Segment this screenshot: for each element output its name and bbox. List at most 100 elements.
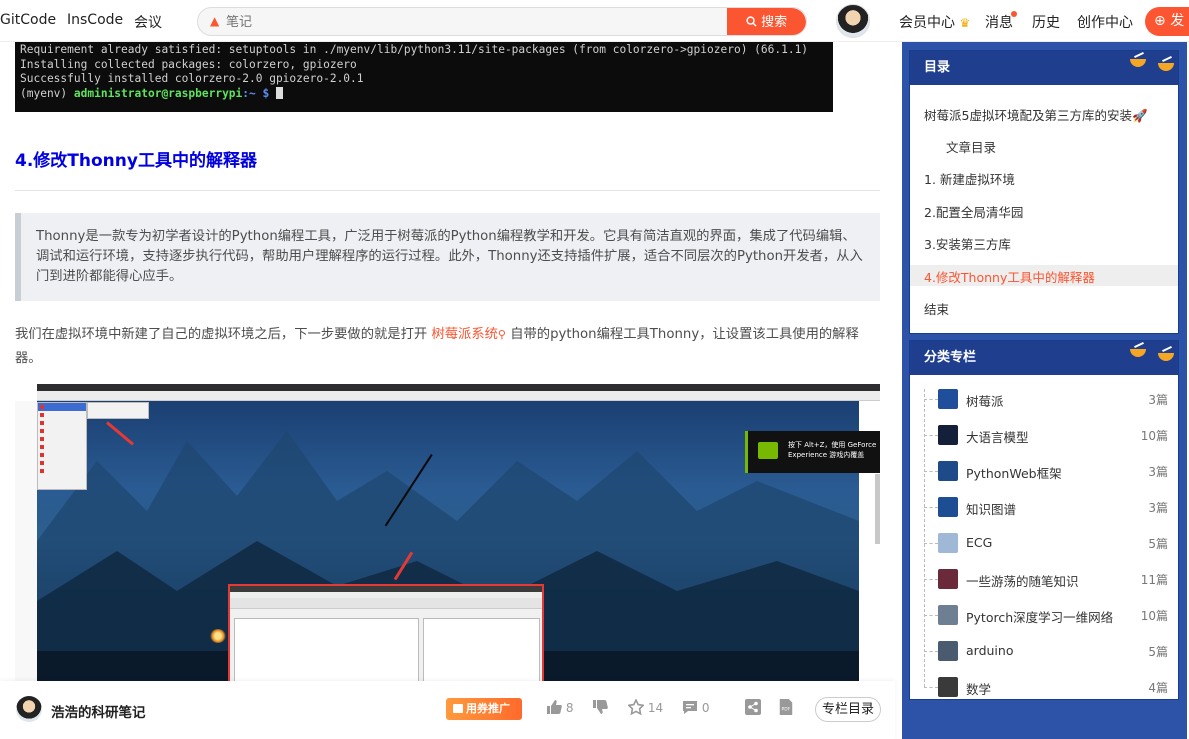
category-count: 4篇 <box>1148 681 1168 695</box>
author-avatar[interactable] <box>16 696 42 722</box>
category-item[interactable]: 树莓派 3篇 <box>924 387 1168 411</box>
publish-button[interactable]: ⊕ 发 <box>1145 7 1189 36</box>
nav-link-vip[interactable]: 会员中心 ♛ <box>899 12 970 32</box>
thumbs-down-icon <box>593 700 608 714</box>
nav-link-messages[interactable]: 消息 <box>985 12 1013 32</box>
favorite-button[interactable]: 14 <box>628 699 663 715</box>
thonny-toolbar <box>230 598 542 609</box>
publish-label: 发 <box>1170 13 1185 29</box>
category-thumbnail <box>938 425 958 445</box>
decor-bowl-icon <box>1158 63 1174 71</box>
thonny-window-graphic <box>228 584 544 694</box>
category-item[interactable]: PythonWeb框架 3篇 <box>924 459 1168 483</box>
menu-row <box>38 451 86 459</box>
category-item[interactable]: arduino 5篇 <box>924 639 1168 663</box>
coupon-promote-button[interactable]: 用券推广 <box>446 698 522 720</box>
terminal-line: Installing collected packages: colorzero… <box>20 57 357 71</box>
prompt-user: administrator@raspberrypi <box>73 86 243 100</box>
nvidia-logo-icon <box>758 442 778 459</box>
keyword-link-label: 树莓派系统 <box>431 327 498 342</box>
category-count: 5篇 <box>1148 645 1168 659</box>
pdf-download-button[interactable]: PDF <box>778 699 794 715</box>
menu-row <box>38 411 86 419</box>
column-toc-button[interactable]: 专栏目录 <box>815 697 881 722</box>
unread-dot <box>1011 11 1017 17</box>
geforce-notification: 按下 Alt+Z，使用 GeForce Experience 游戏内覆盖 <box>745 431 880 473</box>
decor-bowl-icon <box>1158 353 1174 361</box>
category-title: 分类专栏 <box>924 350 977 365</box>
keyword-link[interactable]: 树莓派系统⚲ <box>431 327 506 342</box>
star-icon <box>628 699 644 715</box>
category-thumbnail <box>938 389 958 409</box>
category-header: 分类专栏 <box>910 341 1178 375</box>
nav-link-meeting[interactable]: 会议 <box>134 12 162 32</box>
category-name: arduino <box>966 643 1014 658</box>
prompt-path: :~ $ <box>242 86 276 100</box>
toc-item[interactable]: 树莓派5虚拟环境配及第三方库的安装🚀 <box>924 105 1148 124</box>
screenshot-left-strip <box>15 401 37 694</box>
menu-row <box>38 435 86 443</box>
nav-link-creator-center[interactable]: 创作中心 <box>1077 12 1133 32</box>
article-action-bar: 浩浩的科研笔记 用券推广 8 14 0 PDF 专栏目录 <box>0 681 895 739</box>
category-thumbnail <box>938 497 958 517</box>
magnifier-icon: ⚲ <box>497 328 506 341</box>
terminal-cursor <box>275 86 283 99</box>
terminal-output-image: Requirement already satisfied: setuptool… <box>15 42 833 112</box>
category-count: 11篇 <box>1140 573 1168 587</box>
tree-branch <box>924 615 938 616</box>
category-item[interactable]: Pytorch深度学习一维网络 10篇 <box>924 603 1168 627</box>
right-sidebar: 目录 树莓派5虚拟环境配及第三方库的安装🚀 文章目录 1. 新建虚拟环境 2.配… <box>902 42 1187 739</box>
nav-link-history[interactable]: 历史 <box>1032 12 1060 32</box>
toc-item[interactable]: 2.配置全局清华园 <box>924 202 1023 221</box>
article-screenshot-image[interactable]: 按下 Alt+Z，使用 GeForce Experience 游戏内覆盖 <box>15 384 880 694</box>
crown-icon: ♛ <box>959 16 971 30</box>
share-button[interactable] <box>745 699 761 715</box>
tree-branch <box>924 651 938 652</box>
hot-flame-icon: ▲ <box>210 14 220 28</box>
search-icon <box>746 16 757 27</box>
category-thumbnail <box>938 461 958 481</box>
category-name: ECG <box>966 535 993 550</box>
category-name: 大语言模型 <box>966 430 1029 445</box>
user-avatar[interactable] <box>836 4 870 38</box>
menu-row <box>38 467 86 475</box>
nav-link-inscode[interactable]: InsCode <box>67 12 123 28</box>
toc-item[interactable]: 文章目录 <box>946 137 996 156</box>
section-heading: 4.修改Thonny工具中的解释器 <box>15 151 257 171</box>
like-button[interactable]: 8 <box>546 699 573 715</box>
category-count: 3篇 <box>1148 393 1168 407</box>
category-item[interactable]: 知识图谱 3篇 <box>924 495 1168 519</box>
tree-branch <box>924 687 938 688</box>
category-item[interactable]: ECG 5篇 <box>924 531 1168 555</box>
search-box: ▲ 搜索 <box>197 7 807 36</box>
category-count: 10篇 <box>1140 429 1168 443</box>
decor-bowl-icon <box>1130 349 1146 357</box>
category-item[interactable]: 数学 4篇 <box>924 675 1168 699</box>
nav-link-gitcode[interactable]: GitCode <box>0 12 56 28</box>
app-menu-graphic <box>37 402 87 490</box>
screenshot-toolbar <box>37 391 880 401</box>
category-thumbnail <box>938 641 958 661</box>
toc-item[interactable]: 1. 新建虚拟环境 <box>924 169 1015 188</box>
tree-branch <box>924 399 938 400</box>
terminal-line: Successfully installed colorzero-2.0 gpi… <box>20 72 364 85</box>
category-thumbnail <box>938 533 958 553</box>
toc-item[interactable]: 结束 <box>924 299 949 318</box>
tree-branch <box>924 543 938 544</box>
category-name: 知识图谱 <box>966 502 1017 517</box>
prompt-env: (myenv) <box>20 86 74 100</box>
category-name: 数学 <box>966 682 992 697</box>
category-name: 树莓派 <box>966 394 1004 409</box>
dislike-button[interactable] <box>592 699 608 715</box>
category-item[interactable]: 大语言模型 10篇 <box>924 423 1168 447</box>
category-item[interactable]: 一些游荡的随笔知识 11篇 <box>924 567 1168 591</box>
category-count: 3篇 <box>1148 465 1168 479</box>
toc-item[interactable]: 3.安装第三方库 <box>924 234 1011 253</box>
toc-item-active[interactable]: 4.修改Thonny工具中的解释器 <box>924 267 1095 286</box>
search-button[interactable]: 搜索 <box>727 8 806 35</box>
category-thumbnail <box>938 569 958 589</box>
category-name: Pytorch深度学习一维网络 <box>966 610 1114 625</box>
author-name[interactable]: 浩浩的科研笔记 <box>51 701 146 721</box>
search-input[interactable] <box>226 11 726 33</box>
comment-button[interactable]: 0 <box>682 699 709 715</box>
